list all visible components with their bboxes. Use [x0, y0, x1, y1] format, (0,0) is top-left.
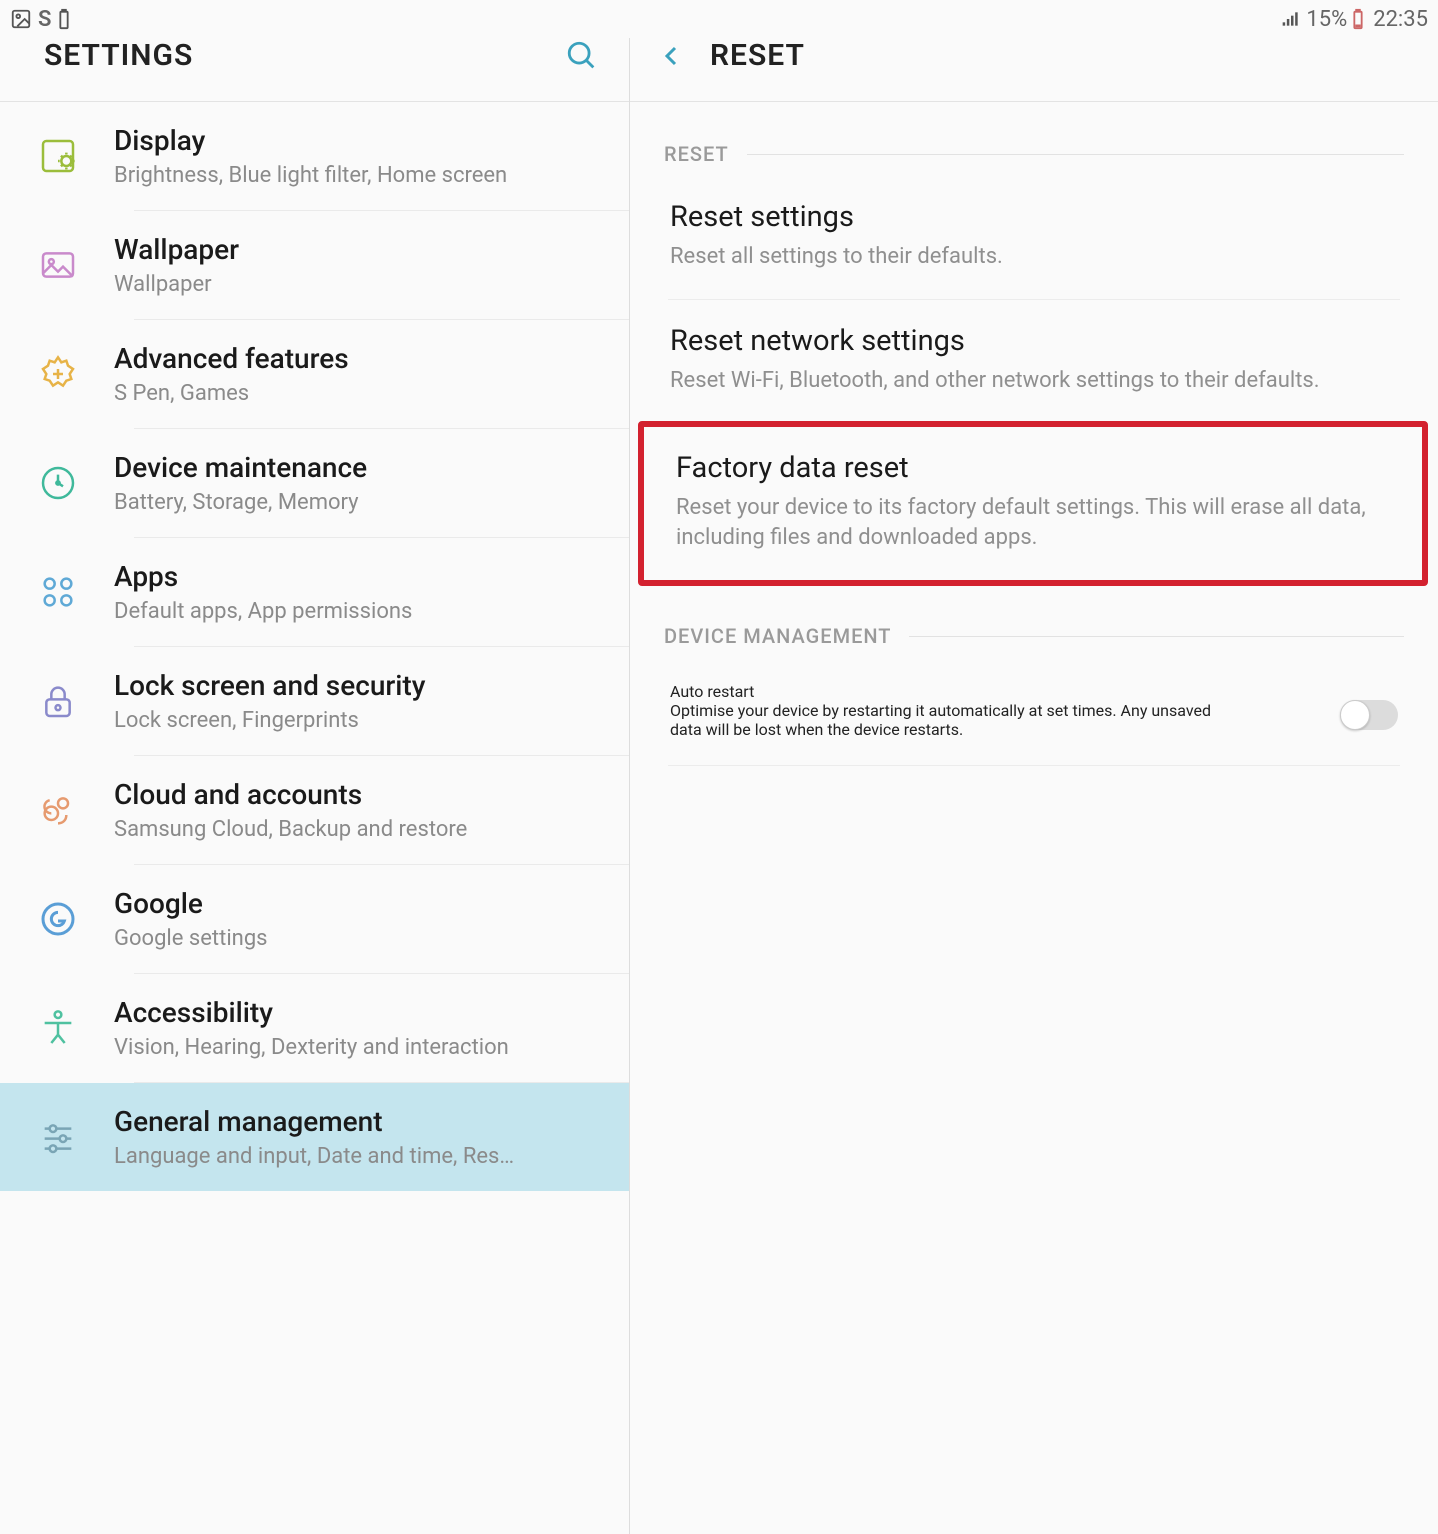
reset-title: RESET [710, 38, 805, 73]
status-bar: S 15% 22:35 [0, 0, 1438, 38]
general-icon [34, 1113, 82, 1161]
item-sub: Lock screen, Fingerprints [114, 708, 609, 733]
clock-time: 22:35 [1373, 7, 1428, 32]
display-icon [34, 132, 82, 180]
reset-network-item[interactable]: Reset network settings Reset Wi-Fi, Blue… [630, 300, 1438, 423]
apps-icon [34, 568, 82, 616]
item-title: Accessibility [114, 996, 609, 1029]
wallpaper-icon [34, 241, 82, 289]
reset-network-sub: Reset Wi-Fi, Bluetooth, and other networ… [670, 366, 1398, 397]
settings-pane: SETTINGS Display Brightness, Blue light … [0, 0, 630, 1534]
item-title: Cloud and accounts [114, 778, 609, 811]
signal-icon [1280, 9, 1302, 29]
item-title: General management [114, 1105, 609, 1138]
settings-title: SETTINGS [44, 38, 193, 73]
item-sub: Battery, Storage, Memory [114, 490, 609, 515]
item-title: Apps [114, 560, 609, 593]
reset-settings-sub: Reset all settings to their defaults. [670, 242, 1398, 273]
settings-item-general[interactable]: General management Language and input, D… [0, 1083, 629, 1191]
s-icon: S [38, 7, 51, 32]
settings-item-wallpaper[interactable]: Wallpaper Wallpaper [0, 211, 629, 319]
factory-reset-title: Factory data reset [676, 451, 1390, 485]
section-dm-label: DEVICE MANAGEMENT [630, 584, 1438, 658]
settings-list: Display Brightness, Blue light filter, H… [0, 102, 629, 1534]
item-sub: Language and input, Date and time, Res… [114, 1144, 609, 1169]
section-dm-text: DEVICE MANAGEMENT [664, 624, 891, 648]
lock-icon [34, 677, 82, 725]
item-sub: Wallpaper [114, 272, 609, 297]
settings-item-cloud[interactable]: Cloud and accounts Samsung Cloud, Backup… [0, 756, 629, 864]
auto-restart-title: Auto restart [670, 682, 1320, 701]
settings-item-apps[interactable]: Apps Default apps, App permissions [0, 538, 629, 646]
advanced-icon [34, 350, 82, 398]
reset-settings-title: Reset settings [670, 200, 1398, 234]
battery-small-icon [57, 8, 71, 30]
item-title: Google [114, 887, 609, 920]
item-sub: Default apps, App permissions [114, 599, 609, 624]
item-title: Lock screen and security [114, 669, 609, 702]
factory-reset-sub: Reset your device to its factory default… [676, 493, 1390, 555]
auto-restart-toggle[interactable] [1340, 700, 1398, 730]
item-sub: Google settings [114, 926, 609, 951]
gallery-icon [10, 8, 32, 30]
item-title: Device maintenance [114, 451, 609, 484]
settings-item-google[interactable]: Google Google settings [0, 865, 629, 973]
item-sub: Samsung Cloud, Backup and restore [114, 817, 609, 842]
reset-pane: RESET RESET Reset settings Reset all set… [630, 0, 1438, 1534]
item-title: Advanced features [114, 342, 609, 375]
battery-pct: 15% [1306, 7, 1347, 32]
settings-item-advanced[interactable]: Advanced features S Pen, Games [0, 320, 629, 428]
item-sub: S Pen, Games [114, 381, 609, 406]
reset-settings-item[interactable]: Reset settings Reset all settings to the… [630, 176, 1438, 299]
item-sub: Brightness, Blue light filter, Home scre… [114, 163, 609, 188]
cloud-icon [34, 786, 82, 834]
accessibility-icon [34, 1004, 82, 1052]
factory-reset-highlight: Factory data reset Reset your device to … [638, 421, 1428, 587]
settings-item-lock[interactable]: Lock screen and security Lock screen, Fi… [0, 647, 629, 755]
section-reset-label: RESET [630, 102, 1438, 176]
battery-icon [1351, 8, 1365, 30]
reset-network-title: Reset network settings [670, 324, 1398, 358]
factory-reset-item[interactable]: Factory data reset Reset your device to … [644, 427, 1422, 581]
back-button[interactable] [660, 39, 684, 73]
section-reset-text: RESET [664, 142, 729, 166]
search-button[interactable] [565, 39, 599, 73]
google-icon [34, 895, 82, 943]
settings-item-display[interactable]: Display Brightness, Blue light filter, H… [0, 102, 629, 210]
item-sub: Vision, Hearing, Dexterity and interacti… [114, 1035, 609, 1060]
settings-item-maintenance[interactable]: Device maintenance Battery, Storage, Mem… [0, 429, 629, 537]
settings-item-accessibility[interactable]: Accessibility Vision, Hearing, Dexterity… [0, 974, 629, 1082]
maintenance-icon [34, 459, 82, 507]
auto-restart-item[interactable]: Auto restart Optimise your device by res… [630, 658, 1438, 765]
item-title: Display [114, 124, 609, 157]
item-title: Wallpaper [114, 233, 609, 266]
auto-restart-sub: Optimise your device by restarting it au… [670, 701, 1230, 739]
